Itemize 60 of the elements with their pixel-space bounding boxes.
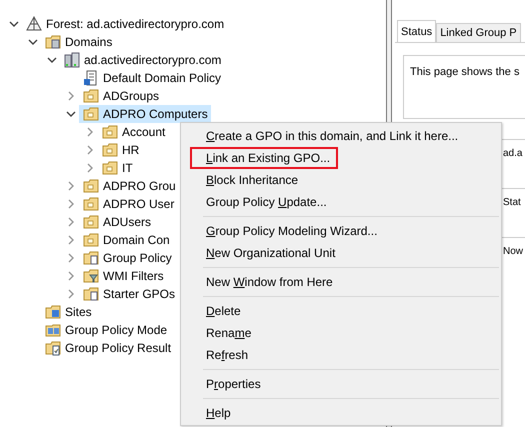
tree-item[interactable]: ADPRO User [79,195,178,213]
tree-item[interactable]: Group Policy Mode [41,321,170,339]
computers-icon [45,322,61,338]
tree-item[interactable]: Account [98,123,168,141]
menu-item[interactable]: New Window from Here [183,271,341,293]
chevron-icon[interactable] [9,19,19,29]
menu-item[interactable]: Create a GPO in this domain, and Link it here... [183,125,466,147]
tree-item[interactable]: Default Domain Policy [79,69,224,87]
detail-text: Stat [503,197,521,208]
document-icon [83,70,99,86]
tree-item[interactable]: ADPRO Computers [79,105,211,123]
tree-item[interactable]: Domain Con [79,231,173,249]
folder-icon [83,196,99,212]
folder-icon [83,250,99,266]
folder-icon [83,286,99,302]
tree-item[interactable]: WMI Filters [79,267,167,285]
tree-item[interactable]: Domains [41,33,116,51]
folder-icon [83,178,99,194]
folder-icon [83,88,99,104]
tree-item[interactable]: Group Policy [79,249,175,267]
detail-text: ad.a [503,148,522,159]
menu-item[interactable]: New Organizational Unit [183,242,344,264]
folder-icon [83,268,99,284]
menu-item[interactable]: Help [183,402,239,424]
tree-item[interactable]: ADUsers [79,213,154,231]
folder-icon [83,106,99,122]
folder-icon [83,214,99,230]
tree-item[interactable]: Sites [41,303,95,321]
detail-text: Now [503,246,524,257]
menu-item[interactable]: Properties [183,373,269,395]
chevron-icon[interactable] [47,55,57,65]
folder-icon [45,304,61,320]
tree-item[interactable]: Group Policy Result [41,339,174,357]
tree-item[interactable]: Forest: ad.activedirectorypro.com [22,15,228,33]
menu-item[interactable]: Group Policy Update... [183,191,335,213]
menu-item[interactable]: Refresh [183,344,256,366]
tree-item[interactable]: ADGroups [79,87,162,105]
tab[interactable]: Status [397,20,436,42]
menu-item[interactable]: Rename [183,322,260,344]
folder-icon [102,160,118,176]
tree-item[interactable]: IT [98,159,136,177]
tree-item[interactable]: HR [98,141,142,159]
chevron-icon[interactable] [28,37,38,47]
tree-item[interactable]: Starter GPOs [79,285,178,303]
tree-item[interactable]: ad.activedirectorypro.com [60,51,224,69]
folder-icon [45,340,61,356]
folder-icon [45,34,61,50]
chevron-icon[interactable] [66,109,76,119]
menu-item[interactable]: Group Policy Modeling Wizard... [183,220,386,242]
folder-icon [83,232,99,248]
menu-item[interactable]: Block Inheritance [183,169,306,191]
menu-item[interactable]: Link an Existing GPO... [190,147,338,169]
folder-icon [102,124,118,140]
tab[interactable]: Linked Group P [436,23,521,42]
info-text: This page shows the s [410,66,520,78]
server-icon [64,52,80,68]
triangle-icon [26,16,42,32]
tree-item[interactable]: ADPRO Grou [79,177,179,195]
menu-item[interactable]: Delete [183,300,249,322]
folder-icon [102,142,118,158]
